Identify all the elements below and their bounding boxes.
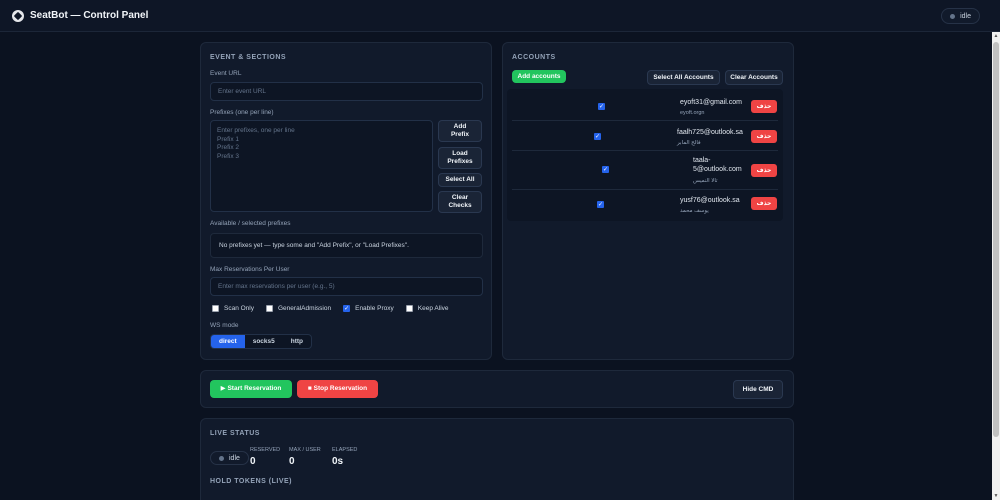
status-badge: idle bbox=[941, 8, 980, 24]
select-all-prefixes-button[interactable]: Select All bbox=[438, 173, 482, 187]
account-row: eyoft31@gmail.com eyoft.orgn حذف bbox=[512, 91, 778, 121]
elapsed-label: ELAPSED bbox=[332, 447, 358, 453]
scroll-down-icon[interactable]: ▼ bbox=[993, 493, 999, 499]
event-section-title: EVENT & SECTIONS bbox=[210, 54, 287, 61]
account-email: eyoft31@gmail.com bbox=[680, 99, 742, 106]
delete-account-button[interactable]: حذف bbox=[751, 164, 777, 177]
select-all-accounts-button[interactable]: Select All Accounts bbox=[647, 70, 720, 85]
event-sections-card: EVENT & SECTIONS Event URL Enter event U… bbox=[200, 42, 492, 360]
keep-alive-checkbox[interactable] bbox=[405, 305, 413, 312]
reserved-value: 0 bbox=[250, 456, 256, 467]
delete-account-button[interactable]: حذف bbox=[751, 197, 777, 210]
max-per-user-label: MAX / USER bbox=[289, 447, 321, 453]
app-title: SeatBot — Control Panel bbox=[30, 10, 149, 21]
available-prefixes-label: Available / selected prefixes bbox=[210, 220, 291, 227]
max-reservations-input[interactable]: Enter max reservations per user (e.g., 5… bbox=[210, 277, 483, 296]
ws-mode-http[interactable]: http bbox=[283, 335, 311, 348]
soccer-ball-icon bbox=[12, 9, 24, 22]
account-checkbox[interactable] bbox=[598, 103, 605, 110]
account-checkbox[interactable] bbox=[597, 201, 604, 208]
account-email: taala- 5@outlook.com bbox=[693, 157, 742, 173]
scan-only-checkbox[interactable] bbox=[212, 305, 219, 312]
account-checkbox[interactable] bbox=[602, 166, 609, 173]
account-row: taala- 5@outlook.com تالا النميس حذف bbox=[512, 152, 778, 190]
account-name: يوسف محمد bbox=[680, 208, 709, 214]
accounts-section-title: ACCOUNTS bbox=[512, 54, 556, 61]
options-row: Scan Only GeneralAdmission Enable Proxy … bbox=[212, 305, 461, 312]
prefixes-textarea[interactable]: Enter prefixes, one per line Prefix 1 Pr… bbox=[210, 120, 433, 212]
account-row: yusf76@outlook.sa يوسف محمد حذف bbox=[512, 191, 778, 221]
account-name: eyoft.orgn bbox=[680, 110, 705, 116]
ws-mode-selector: direct socks5 http bbox=[210, 334, 313, 349]
scroll-up-icon[interactable]: ▲ bbox=[993, 33, 999, 39]
general-admission-option[interactable]: GeneralAdmission bbox=[266, 305, 331, 312]
prefixes-label: Prefixes (one per line) bbox=[210, 109, 274, 116]
live-status-badge: idle bbox=[210, 451, 249, 465]
max-reservations-label: Max Reservations Per User bbox=[210, 266, 290, 273]
ws-mode-direct[interactable]: direct bbox=[211, 335, 245, 348]
page-scrollbar[interactable]: ▲ ▼ bbox=[992, 32, 1000, 500]
add-prefix-button[interactable]: Add Prefix bbox=[438, 120, 482, 142]
actions-card: ▶ Start Reservation ■ Stop Reservation H… bbox=[200, 370, 794, 408]
reserved-label: RESERVED bbox=[250, 447, 281, 453]
start-reservation-button[interactable]: ▶ Start Reservation bbox=[210, 380, 292, 398]
add-accounts-button[interactable]: Add accounts bbox=[512, 70, 566, 83]
live-status-dot-icon bbox=[219, 455, 224, 461]
live-status-card: LIVE STATUS idle RESERVED 0 MAX / USER 0… bbox=[200, 418, 794, 500]
clear-checks-button[interactable]: Clear Checks bbox=[438, 191, 482, 213]
event-url-label: Event URL bbox=[210, 70, 242, 77]
account-row: faalh725@outlook.sa فالح المابر حذف bbox=[512, 122, 778, 151]
account-name: تالا النميس bbox=[693, 178, 718, 184]
account-email: faalh725@outlook.sa bbox=[677, 129, 743, 136]
general-admission-checkbox[interactable] bbox=[266, 305, 273, 312]
enable-proxy-checkbox[interactable] bbox=[343, 305, 351, 312]
ws-mode-label: WS mode bbox=[210, 322, 239, 329]
live-status-title: LIVE STATUS bbox=[210, 430, 260, 437]
top-bar: SeatBot — Control Panel idle bbox=[0, 0, 1000, 32]
load-prefixes-button[interactable]: Load Prefixes bbox=[438, 147, 482, 169]
max-per-user-value: 0 bbox=[289, 456, 295, 467]
stop-reservation-button[interactable]: ■ Stop Reservation bbox=[297, 380, 378, 398]
ws-mode-socks5[interactable]: socks5 bbox=[245, 335, 283, 348]
status-dot-icon bbox=[950, 13, 956, 19]
hold-tokens-title: HOLD TOKENS (LIVE) bbox=[210, 478, 292, 485]
enable-proxy-option[interactable]: Enable Proxy bbox=[343, 305, 394, 312]
scroll-thumb[interactable] bbox=[993, 42, 999, 437]
accounts-card: ACCOUNTS Add accounts Select All Account… bbox=[502, 42, 794, 360]
keep-alive-option[interactable]: Keep Alive bbox=[405, 305, 449, 312]
delete-account-button[interactable]: حذف bbox=[751, 100, 777, 113]
prefixes-empty-message: No prefixes yet — type some and "Add Pre… bbox=[210, 233, 483, 258]
account-name: فالح المابر bbox=[677, 140, 701, 146]
scan-only-option[interactable]: Scan Only bbox=[212, 305, 254, 312]
accounts-list: eyoft31@gmail.com eyoft.orgn حذف faalh72… bbox=[507, 89, 783, 221]
elapsed-value: 0s bbox=[332, 456, 344, 467]
account-checkbox[interactable] bbox=[594, 133, 601, 140]
event-url-input[interactable]: Enter event URL bbox=[210, 82, 483, 101]
hide-cmd-button[interactable]: Hide CMD bbox=[733, 380, 783, 399]
delete-account-button[interactable]: حذف bbox=[751, 130, 777, 143]
clear-accounts-button[interactable]: Clear Accounts bbox=[725, 70, 783, 85]
account-email: yusf76@outlook.sa bbox=[680, 197, 740, 204]
